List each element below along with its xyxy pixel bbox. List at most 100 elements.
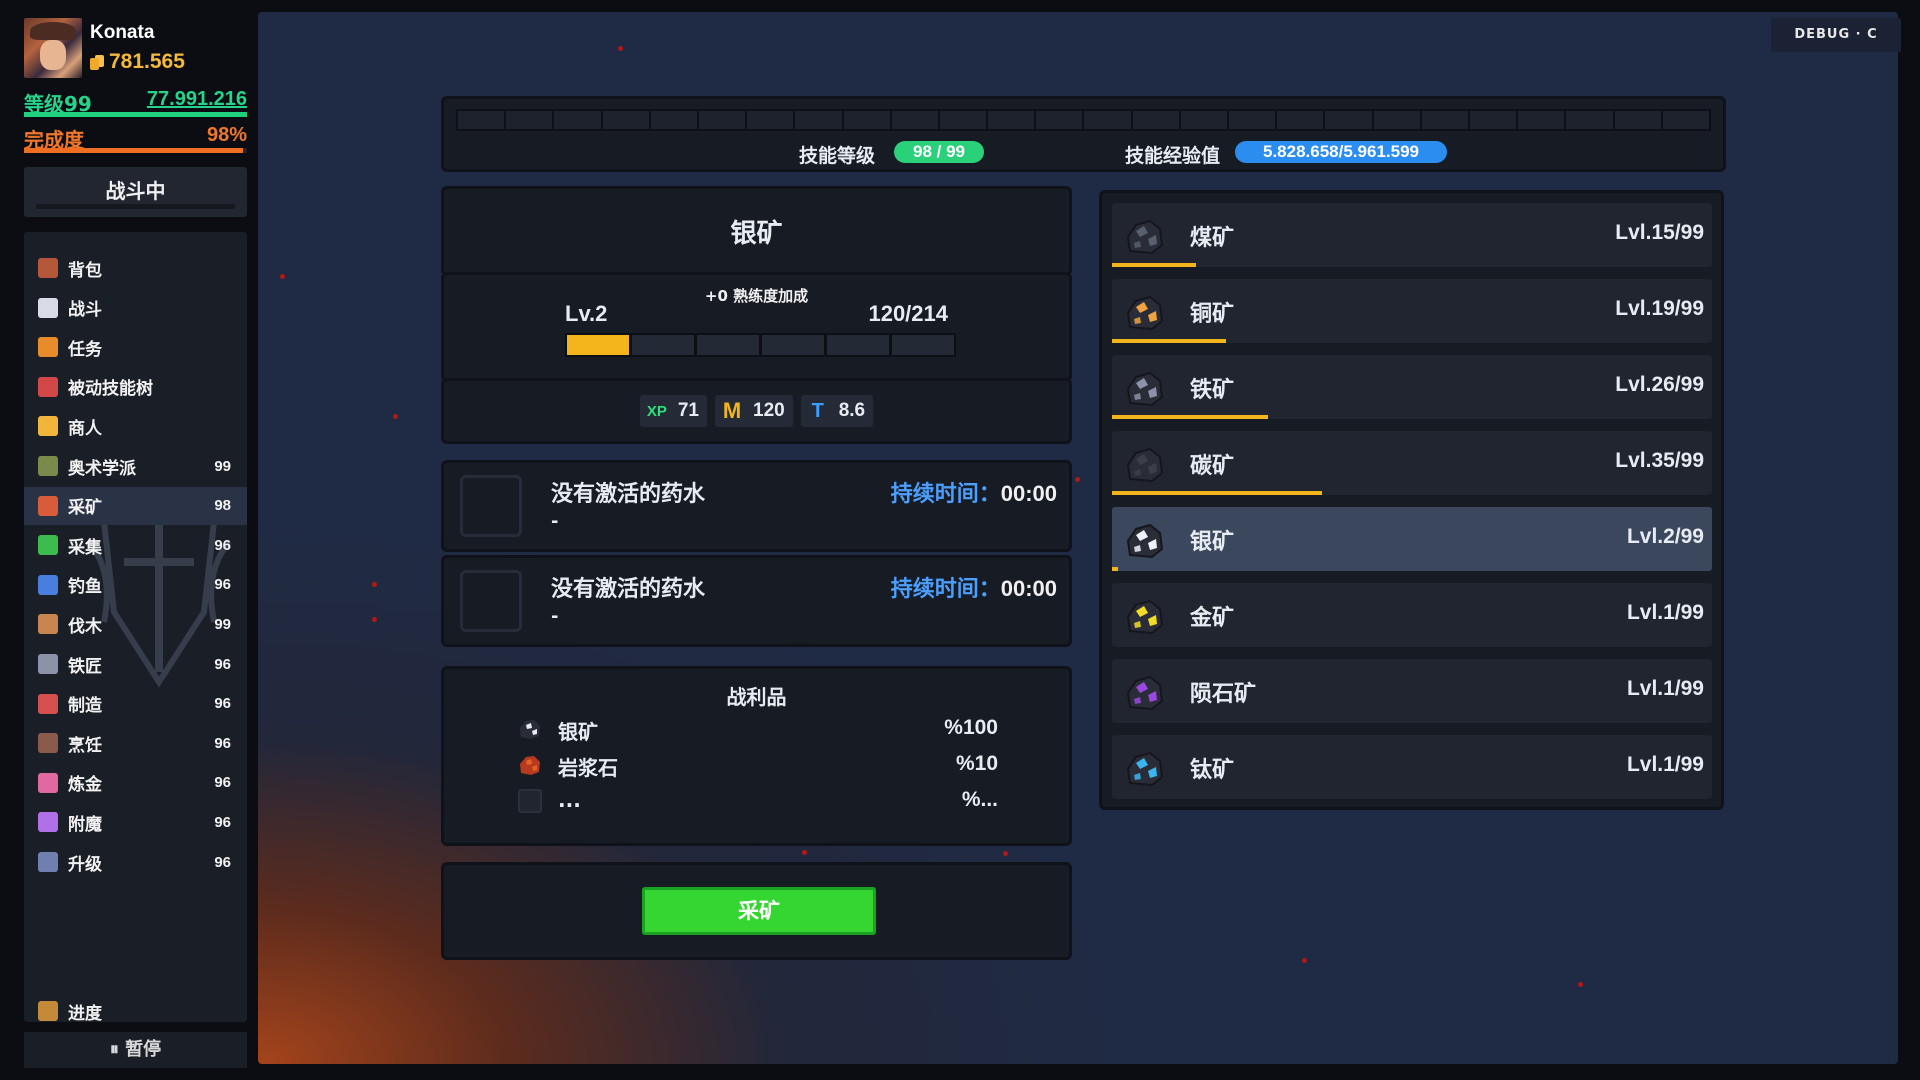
nav-item-arcane[interactable]: 奥术学派 99 (24, 447, 247, 485)
nav-item-count: 96 (214, 853, 231, 871)
stat-chip-xp: XP 71 (639, 395, 707, 427)
nav-item-label: 升级 (68, 854, 102, 875)
nav-item-mining[interactable]: 采矿 98 (24, 486, 247, 525)
nav-item-label: 制造 (68, 696, 102, 717)
ore-icon (1124, 445, 1166, 485)
nav-item-upgrade[interactable]: 升级 96 (24, 843, 247, 881)
nav-item-skull[interactable]: 被动技能树 (24, 368, 247, 406)
loot-chance: %10 (955, 752, 998, 775)
ore-name: 金矿 (1190, 606, 1235, 631)
nav-item-leaf[interactable]: 采集 96 (24, 526, 247, 564)
mine-button-panel: 采矿 (441, 862, 1072, 960)
skill-segment (1036, 111, 1083, 129)
ore-progress-segment (697, 335, 759, 355)
potion-slot-box[interactable] (460, 475, 522, 537)
completion: 完成度 98% (24, 124, 247, 153)
potion-title: 没有激活的药水 (551, 577, 706, 602)
nav-item-quest[interactable]: 任务 (24, 328, 247, 366)
loot-title: 战利品 (726, 685, 787, 709)
potion-slot-box[interactable] (460, 570, 522, 632)
skill-segment (1229, 111, 1276, 129)
player-level: 等级99 77.991.216 (24, 88, 247, 117)
nav-item-crafting[interactable]: 制造 96 (24, 685, 247, 723)
skill-segment (650, 111, 697, 129)
potion-slot-1[interactable]: 没有激活的药水 - 持续时间：00:00 (441, 460, 1072, 552)
stat-chip-m: M 120 (715, 395, 793, 427)
ore-list-item[interactable]: 煤矿 Lvl.15/99 (1112, 203, 1712, 267)
nav-item-fishing[interactable]: 钓鱼 96 (24, 566, 247, 604)
nav-item-label: 附魔 (68, 814, 102, 835)
ore-progress-text: 120/214 (868, 301, 948, 326)
ore-icon (1124, 521, 1166, 561)
nav-item-sword[interactable]: 战斗 (24, 289, 247, 327)
ore-list-item[interactable]: 铁矿 Lvl.26/99 (1112, 355, 1712, 419)
nav-item-cooking[interactable]: 烹饪 96 (24, 724, 247, 762)
combat-status[interactable]: 战斗中 (24, 167, 247, 217)
ore-list-item[interactable]: 金矿 Lvl.1/99 (1112, 583, 1712, 647)
nav-item-label: 进度 (68, 1003, 102, 1023)
ore-icon (1124, 369, 1166, 409)
nav-item-backpack[interactable]: 背包 (24, 249, 247, 287)
potion-desc: - (551, 511, 559, 532)
loot-row[interactable]: ...%... (518, 785, 998, 819)
nav-item-enchant[interactable]: 附魔 96 (24, 803, 247, 841)
potion-title: 没有激活的药水 (551, 482, 706, 507)
ore-name: 钛矿 (1190, 758, 1235, 783)
ore-icon (1124, 597, 1166, 637)
nav-item-axe[interactable]: 伐木 99 (24, 605, 247, 643)
sword-icon (38, 297, 58, 318)
loot-row[interactable]: 岩浆石 %10 (518, 749, 998, 783)
nav-item-label: 背包 (68, 260, 102, 281)
ore-progress-bar (565, 333, 956, 357)
nav-item-anvil[interactable]: 铁匠 96 (24, 645, 247, 683)
ore-stats-panel: XP 71 M 120 T 8.6 (441, 378, 1072, 444)
gold-display: 781.565 (90, 50, 185, 74)
ore-level: Lvl.2/99 (1626, 525, 1704, 548)
loot-name: 岩浆石 (558, 756, 618, 780)
ore-icon (1124, 749, 1166, 789)
xp-icon: XP (646, 402, 667, 420)
ore-level-bar (1112, 263, 1196, 267)
ore-list-item[interactable]: 银矿 Lvl.2/99 (1112, 507, 1712, 571)
ore-icon (1124, 673, 1166, 713)
ore-level-bar (1112, 567, 1118, 571)
nav-item-count: 96 (214, 734, 231, 752)
nav-item-count: 96 (214, 576, 231, 594)
skill-segment (939, 111, 987, 129)
nav-item-merchant[interactable]: 商人 (24, 407, 247, 445)
ore-list-item[interactable]: 陨石矿 Lvl.1/99 (1112, 659, 1712, 723)
loot-row[interactable]: 银矿 %100 (518, 713, 998, 747)
nav-item-progress[interactable]: 进度 (24, 992, 247, 1022)
ore-level: Lvl.1/99 (1626, 753, 1704, 776)
mine-button[interactable]: 采矿 (642, 887, 876, 935)
ore-level: Lvl.19/99 (1615, 297, 1704, 320)
nav-item-label: 钓鱼 (68, 577, 102, 598)
potion-duration: 持续时间：00:00 (890, 481, 1057, 507)
ore-progress-segment (892, 335, 954, 355)
skill-level-pill: 98 / 99 (894, 141, 984, 163)
debug-tag[interactable]: DEBUG · C (1771, 18, 1901, 52)
leaf-icon (38, 535, 58, 556)
skill-segment (891, 111, 938, 129)
ore-list-item[interactable]: 铜矿 Lvl.19/99 (1112, 279, 1712, 343)
potion-slot-2[interactable]: 没有激活的药水 - 持续时间：00:00 (441, 555, 1072, 647)
nav-item-label: 采集 (68, 537, 102, 558)
completion-bar (24, 148, 247, 153)
nav-item-alchemy[interactable]: 炼金 96 (24, 764, 247, 802)
ore-list-item[interactable]: 碳矿 Lvl.35/99 (1112, 431, 1712, 495)
ore-name: 铜矿 (1190, 302, 1235, 327)
avatar[interactable] (24, 18, 82, 78)
skill-progress-panel: 技能等级 98 / 99 技能经验值 5.828.658/5.961.599 (441, 96, 1726, 172)
ore-list-item[interactable]: 钛矿 Lvl.1/99 (1112, 735, 1712, 799)
silver-ore-icon (518, 717, 542, 741)
anvil-icon (38, 654, 58, 674)
nav-item-count: 98 (214, 497, 231, 515)
pause-button[interactable]: ⏸ 暂停 (24, 1032, 247, 1068)
skill-segment (602, 111, 649, 129)
nav-item-count: 96 (214, 655, 231, 673)
t-icon: T (811, 399, 824, 422)
ore-level-bar (1112, 415, 1268, 419)
ore-level-bar (1112, 339, 1226, 343)
ore-progress-segment (762, 335, 824, 355)
sidebar: Konata 781.565 等级99 77.991.216 完成度 98% 战… (0, 0, 258, 1080)
